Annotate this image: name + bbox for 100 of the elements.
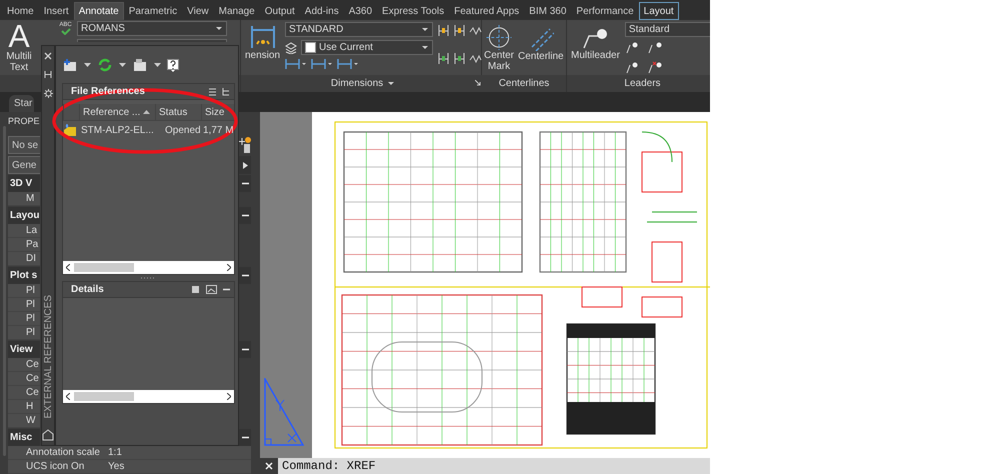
collapse-button[interactable] [239, 429, 251, 446]
category-dropdown[interactable]: Gene [8, 156, 40, 174]
collapse-button[interactable] [239, 207, 251, 224]
ribbon-tab[interactable]: Performance [571, 2, 639, 20]
collapse-button[interactable] [239, 175, 251, 192]
column-header[interactable]: Status [155, 104, 201, 120]
settings-icon[interactable] [44, 89, 52, 98]
inspect-icon[interactable] [437, 52, 450, 65]
horizontal-scrollbar[interactable] [63, 261, 234, 274]
property-name: M [8, 192, 40, 206]
ucs-triangle-icon [264, 378, 304, 446]
property-name: Pl [8, 298, 40, 312]
auto-hide-icon[interactable] [44, 70, 52, 79]
scroll-left-icon [66, 264, 70, 271]
dim-space-icon[interactable] [437, 24, 450, 37]
details-icon[interactable] [190, 285, 200, 294]
ribbon-tab[interactable]: BIM 360 [524, 2, 572, 20]
leader-style-dropdown[interactable]: Standard [624, 22, 710, 37]
dropdown-caret-icon [215, 26, 223, 31]
dropdown-caret-icon[interactable] [119, 63, 126, 67]
property-name: W [8, 414, 40, 428]
panel-title: Leaders [624, 78, 661, 89]
property-name: Pa [8, 238, 40, 252]
column-header[interactable]: Size [201, 104, 234, 120]
section-header[interactable]: 3D V [8, 175, 40, 192]
color-swatch-icon [305, 42, 316, 53]
scroll-left-icon [66, 393, 70, 400]
column-header[interactable]: Reference ... [79, 104, 155, 120]
ribbon-tab[interactable]: Manage [214, 2, 260, 20]
ribbon-tab[interactable]: Output [260, 2, 300, 20]
palette-properties-icon[interactable] [42, 429, 54, 441]
check-icon [60, 28, 70, 35]
update-icon[interactable] [453, 52, 466, 65]
ribbon-tab[interactable]: Featured Apps [449, 2, 524, 20]
file-tab[interactable]: Star [9, 95, 34, 112]
ribbon-tab[interactable]: Annotate [74, 2, 124, 20]
section-header[interactable]: Misc [8, 429, 40, 446]
dimension-button[interactable]: nension [244, 22, 282, 75]
section-header[interactable]: Plot s [8, 267, 40, 284]
collect-leaders-icon[interactable] [646, 60, 663, 74]
ribbon-tab[interactable]: Express Tools [377, 2, 450, 20]
ribbon-tab[interactable]: Insert [38, 2, 74, 20]
help-icon[interactable] [167, 58, 179, 72]
property-name: Pl [8, 312, 40, 326]
dropdown-arrow-button[interactable] [239, 156, 251, 174]
refresh-icon[interactable] [97, 58, 113, 72]
property-name: DI [8, 252, 40, 266]
section-header[interactable]: Layou [8, 207, 40, 224]
multileader-button[interactable]: Multileader [570, 22, 621, 75]
palette-side-title: EXTERNAL REFERENCES [42, 295, 54, 419]
linear-dimension-icon[interactable] [285, 58, 308, 70]
multiline-text-button[interactable]: A Multili Text [0, 21, 38, 75]
property-name: La [8, 224, 40, 238]
dropdown-caret-icon [421, 45, 430, 50]
drawing-file-icon [63, 124, 77, 136]
property-value: Yes [107, 460, 126, 473]
collapse-icon[interactable] [222, 286, 230, 293]
dropdown-caret-icon[interactable] [84, 63, 91, 67]
continue-dimension-icon[interactable] [337, 58, 360, 70]
panel-menu-caret-icon[interactable] [387, 81, 396, 86]
collapse-button[interactable] [239, 267, 251, 284]
preview-icon[interactable] [206, 285, 217, 294]
ribbon-tab[interactable]: Layout [638, 2, 679, 20]
close-button[interactable] [260, 458, 278, 474]
ribbon-tab[interactable]: A360 [344, 2, 378, 20]
dimension-style-dropdown[interactable]: STANDARD [285, 22, 434, 37]
center-mark-button[interactable]: Center Mark [483, 23, 516, 72]
change-path-icon[interactable] [132, 58, 148, 72]
layer-dropdown[interactable]: Use Current [301, 40, 434, 55]
property-name: Ce [8, 386, 40, 400]
reference-status: Opened [164, 124, 201, 136]
close-icon[interactable] [44, 52, 52, 60]
scroll-right-icon [226, 264, 231, 271]
close-icon [265, 462, 273, 470]
section-header[interactable]: View [8, 341, 40, 358]
property-name: Ce [8, 372, 40, 386]
quick-select-icon[interactable] [239, 136, 251, 154]
collapse-button[interactable] [239, 341, 251, 358]
dropdown-caret-icon [421, 27, 430, 32]
list-view-icon[interactable] [208, 87, 217, 96]
reference-name[interactable]: STM-ALP2-EL... [79, 124, 163, 136]
ribbon-tab[interactable]: Parametric [124, 2, 182, 20]
remove-leader-icon[interactable] [646, 40, 663, 54]
ribbon-tab[interactable]: View [182, 2, 214, 20]
attach-dwg-icon[interactable] [62, 58, 78, 72]
dropdown-caret-icon[interactable] [154, 63, 161, 67]
selection-dropdown[interactable]: No se [8, 136, 40, 154]
centerline-button[interactable]: Centerline [517, 23, 565, 72]
panel-title: Centerlines [498, 78, 550, 89]
dim-break-icon[interactable] [453, 24, 466, 37]
ribbon-tab[interactable]: Home [2, 2, 39, 20]
scroll-right-icon [226, 393, 231, 400]
property-name: H [8, 400, 40, 414]
dialog-launcher-icon[interactable] [475, 80, 482, 86]
baseline-dimension-icon[interactable] [311, 58, 334, 70]
horizontal-scrollbar[interactable] [63, 390, 234, 403]
ribbon-tab[interactable]: Add-ins [300, 2, 344, 20]
property-name: Ce [8, 358, 40, 372]
tree-view-icon[interactable] [220, 87, 230, 96]
text-style-dropdown[interactable]: ROMANS [77, 21, 227, 36]
